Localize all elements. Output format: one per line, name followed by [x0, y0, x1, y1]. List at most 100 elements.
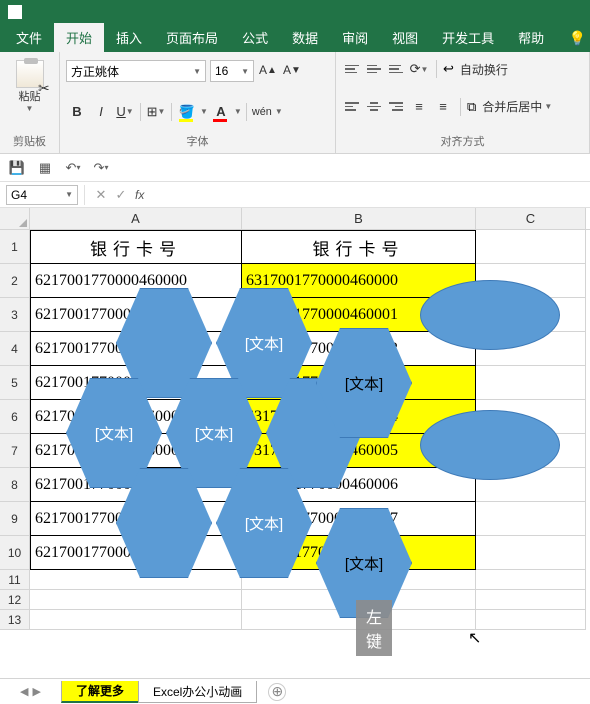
row-header[interactable]: 11 [0, 570, 30, 590]
bold-button[interactable]: B [66, 101, 88, 123]
increase-indent-button[interactable]: ≡ [432, 96, 454, 118]
align-center-button[interactable] [364, 97, 384, 117]
cell[interactable]: 6217001770000460006 [30, 468, 242, 502]
chevron-down-icon[interactable]: ▼ [200, 107, 208, 116]
fx-icon[interactable]: fx [135, 188, 144, 202]
tab-insert[interactable]: 插入 [104, 23, 154, 52]
cell[interactable] [476, 332, 586, 366]
row-header[interactable]: 5 [0, 366, 30, 400]
confirm-icon[interactable]: ✓ [111, 187, 131, 203]
row-header[interactable]: 6 [0, 400, 30, 434]
cell[interactable]: 6217001770000460007 [30, 502, 242, 536]
cancel-icon[interactable]: ✕ [91, 187, 111, 203]
tab-review[interactable]: 审阅 [330, 23, 380, 52]
align-middle-button[interactable] [364, 59, 384, 79]
row-header[interactable]: 13 [0, 610, 30, 630]
cell[interactable]: 6317001770000460005 [242, 434, 476, 468]
sheet-tab-1[interactable]: 了解更多 [61, 681, 139, 703]
cell[interactable]: 6217001770000460002 [30, 332, 242, 366]
chevron-down-icon[interactable]: ▼ [234, 107, 242, 116]
select-all-corner[interactable] [0, 208, 30, 229]
border-button[interactable]: ⊞▼ [145, 101, 167, 123]
decrease-indent-button[interactable]: ≡ [408, 96, 430, 118]
next-sheet-icon[interactable]: ▶ [32, 685, 40, 698]
sheet-tab-2[interactable]: Excel办公小动画 [138, 681, 257, 703]
cell[interactable]: 6317001770000460004 [242, 400, 476, 434]
add-sheet-button[interactable]: ⊕ [268, 683, 286, 701]
align-top-button[interactable] [342, 59, 362, 79]
cell[interactable]: 6317001770000460002 [242, 332, 476, 366]
cell[interactable] [476, 230, 586, 264]
tab-file[interactable]: 文件 [4, 23, 54, 52]
align-bottom-button[interactable] [386, 59, 406, 79]
chevron-down-icon[interactable]: ▼ [275, 107, 283, 116]
cell[interactable] [476, 610, 586, 630]
column-header-c[interactable]: C [476, 208, 586, 229]
cell[interactable]: 6217001770000460001 [30, 298, 242, 332]
tab-help[interactable]: 帮助 [506, 23, 556, 52]
row-header[interactable]: 2 [0, 264, 30, 298]
font-color-button[interactable]: A [210, 101, 232, 123]
shrink-font-button[interactable]: A▼ [282, 60, 302, 80]
tab-layout[interactable]: 页面布局 [154, 23, 230, 52]
save-icon[interactable]: 💾 [8, 159, 26, 177]
column-header-a[interactable]: A [30, 208, 242, 229]
cell[interactable] [476, 590, 586, 610]
underline-button[interactable]: U▼ [114, 101, 136, 123]
row-header[interactable]: 7 [0, 434, 30, 468]
cell[interactable] [30, 590, 242, 610]
fill-color-button[interactable]: 🪣 [176, 101, 198, 123]
tab-data[interactable]: 数据 [280, 23, 330, 52]
tab-view[interactable]: 视图 [380, 23, 430, 52]
row-header[interactable]: 3 [0, 298, 30, 332]
new-icon[interactable]: ▦ [36, 159, 54, 177]
row-header[interactable]: 9 [0, 502, 30, 536]
cell[interactable] [30, 610, 242, 630]
cell[interactable] [476, 570, 586, 590]
cell[interactable] [476, 400, 586, 434]
cell[interactable]: 6217001770000460003 [30, 366, 242, 400]
cell[interactable]: 6317001770000460000 [242, 264, 476, 298]
align-right-button[interactable] [386, 97, 406, 117]
cell[interactable] [30, 570, 242, 590]
phonetic-button[interactable]: wén [251, 101, 273, 123]
align-left-button[interactable] [342, 97, 362, 117]
cell[interactable] [476, 536, 586, 570]
cell[interactable]: 6217001770000460004 [30, 400, 242, 434]
cell[interactable] [242, 590, 476, 610]
grow-font-button[interactable]: A▲ [258, 60, 278, 80]
cell[interactable]: 银行卡号 [242, 230, 476, 264]
prev-sheet-icon[interactable]: ◀ [20, 685, 28, 698]
cell[interactable] [476, 502, 586, 536]
name-box[interactable]: G4▼ [6, 185, 78, 205]
tab-formulas[interactable]: 公式 [230, 23, 280, 52]
cell[interactable] [476, 298, 586, 332]
cell[interactable]: 6317001770000460006 [242, 468, 476, 502]
row-header[interactable]: 12 [0, 590, 30, 610]
chevron-down-icon[interactable]: ▼ [544, 102, 552, 111]
tell-me-icon[interactable]: 💡 [569, 30, 586, 47]
italic-button[interactable]: I [90, 101, 112, 123]
cell[interactable]: 6217001770000460008 [30, 536, 242, 570]
orientation-button[interactable]: ⟳▼ [408, 58, 430, 80]
cell[interactable] [476, 434, 586, 468]
undo-button[interactable]: ↶▾ [64, 159, 82, 177]
cell[interactable] [476, 366, 586, 400]
cell[interactable]: 银行卡号 [30, 230, 242, 264]
font-size-combo[interactable]: 16▼ [210, 60, 254, 82]
cut-icon[interactable]: ✂ [38, 80, 50, 97]
merge-center-button[interactable]: 合并后居中 [482, 98, 542, 115]
cell[interactable]: 6317001770000460007 [242, 502, 476, 536]
wrap-text-button[interactable]: 自动换行 [460, 61, 508, 78]
cell[interactable] [476, 468, 586, 502]
cell[interactable]: 6317001770000460001 [242, 298, 476, 332]
row-header[interactable]: 10 [0, 536, 30, 570]
row-header[interactable]: 1 [0, 230, 30, 264]
cell[interactable]: 6217001770000460005 [30, 434, 242, 468]
redo-button[interactable]: ↷▾ [92, 159, 110, 177]
cell[interactable] [242, 610, 476, 630]
tab-home[interactable]: 开始 [54, 23, 104, 52]
cell[interactable] [242, 570, 476, 590]
cell[interactable]: 6217001770000460000 [30, 264, 242, 298]
row-header[interactable]: 4 [0, 332, 30, 366]
